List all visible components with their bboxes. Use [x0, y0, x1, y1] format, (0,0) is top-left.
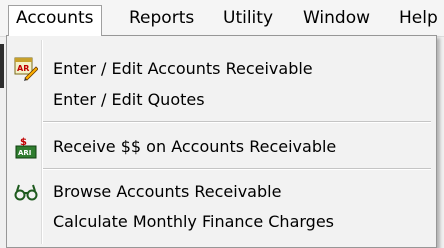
menu-window[interactable]: Window — [296, 6, 377, 30]
ar-edit-icon: AR — [14, 57, 39, 81]
menu-bar: Accounts Reports Utility Window Help — [0, 0, 444, 37]
menu-item-enter-edit-quotes[interactable]: Enter / Edit Quotes — [8, 86, 435, 114]
accounts-dropdown-menu: AR Enter / Edit Accounts Receivable Ente… — [6, 35, 437, 248]
menu-separator — [43, 121, 431, 123]
menu-item-browse-accounts-receivable[interactable]: Browse Accounts Receivable — [8, 178, 435, 206]
background-window-edge — [0, 44, 4, 88]
menu-utility[interactable]: Utility — [216, 6, 280, 30]
menu-item-label: Enter / Edit Accounts Receivable — [53, 59, 313, 78]
svg-text:AR: AR — [17, 64, 29, 73]
svg-text:ARI: ARI — [18, 149, 31, 157]
menu-reports[interactable]: Reports — [122, 6, 201, 30]
binoculars-icon — [14, 180, 38, 204]
menu-separator — [43, 168, 431, 170]
menu-item-calculate-monthly-finance-charges[interactable]: Calculate Monthly Finance Charges — [8, 208, 435, 236]
menu-item-label: Browse Accounts Receivable — [53, 182, 282, 201]
menu-item-label: Receive $$ on Accounts Receivable — [53, 137, 337, 156]
menu-help[interactable]: Help — [392, 6, 444, 30]
receive-money-icon: $ ARI — [14, 135, 38, 159]
menu-item-label: Enter / Edit Quotes — [53, 90, 205, 109]
menu-item-receive-money-on-accounts-receivable[interactable]: $ ARI Receive $$ on Accounts Receivable — [8, 133, 435, 161]
menu-item-enter-edit-accounts-receivable[interactable]: AR Enter / Edit Accounts Receivable — [8, 55, 435, 83]
menu-accounts[interactable]: Accounts — [8, 5, 102, 36]
menu-item-label: Calculate Monthly Finance Charges — [53, 212, 335, 231]
